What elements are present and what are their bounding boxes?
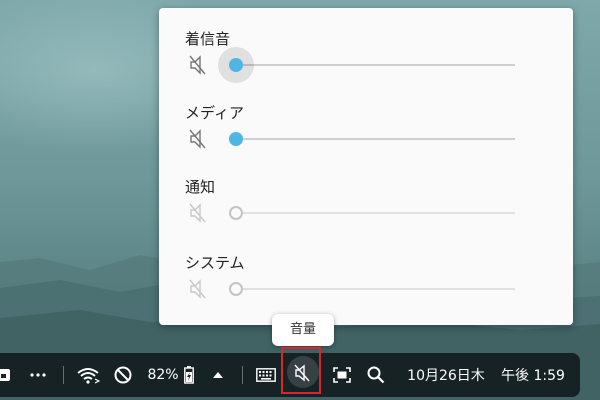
volume-mute-icon[interactable]	[189, 54, 207, 76]
volume-row-system: システム	[159, 252, 573, 312]
volume-mute-icon[interactable]	[189, 202, 207, 224]
shelf-divider	[62, 353, 64, 397]
media-label: メディア	[185, 104, 244, 122]
ringtone-slider-track[interactable]	[236, 64, 515, 66]
ringtone-slider-thumb[interactable]	[229, 58, 243, 72]
battery-percentage[interactable]: 82%	[146, 353, 180, 397]
media-slider-track[interactable]	[236, 138, 515, 140]
date-display[interactable]: 10月26日木	[400, 353, 492, 397]
screenshot-icon[interactable]	[332, 353, 352, 397]
volume-row-ringtone: 着信音	[159, 28, 573, 88]
time-display[interactable]: 午後 1:59	[497, 353, 569, 397]
do-not-disturb-icon[interactable]	[112, 353, 134, 397]
volume-row-media: メディア	[159, 102, 573, 162]
more-icon[interactable]	[26, 353, 50, 397]
search-icon[interactable]	[366, 353, 386, 397]
system-slider-thumb[interactable]	[229, 282, 243, 296]
volume-row-notification: 通知	[159, 176, 573, 236]
notification-slider-thumb[interactable]	[229, 206, 243, 220]
ringtone-label: 着信音	[185, 30, 231, 48]
wifi-icon[interactable]	[74, 353, 102, 397]
launcher-icon[interactable]	[0, 353, 12, 397]
volume-mute-icon[interactable]	[189, 278, 207, 300]
shelf-divider	[241, 353, 243, 397]
volume-button-highlight	[281, 347, 321, 394]
notification-label: 通知	[185, 178, 216, 196]
volume-mute-icon[interactable]	[189, 128, 207, 150]
volume-panel: 着信音 メディア 通知 システム	[159, 8, 573, 325]
system-label: システム	[185, 254, 245, 272]
up-arrow-icon[interactable]	[210, 353, 226, 397]
media-slider-thumb[interactable]	[229, 132, 243, 146]
keyboard-icon[interactable]	[255, 353, 277, 397]
volume-tooltip: 音量	[272, 314, 334, 346]
battery-icon[interactable]	[182, 353, 196, 397]
system-slider-track[interactable]	[236, 288, 515, 290]
notification-slider-track[interactable]	[236, 212, 515, 214]
